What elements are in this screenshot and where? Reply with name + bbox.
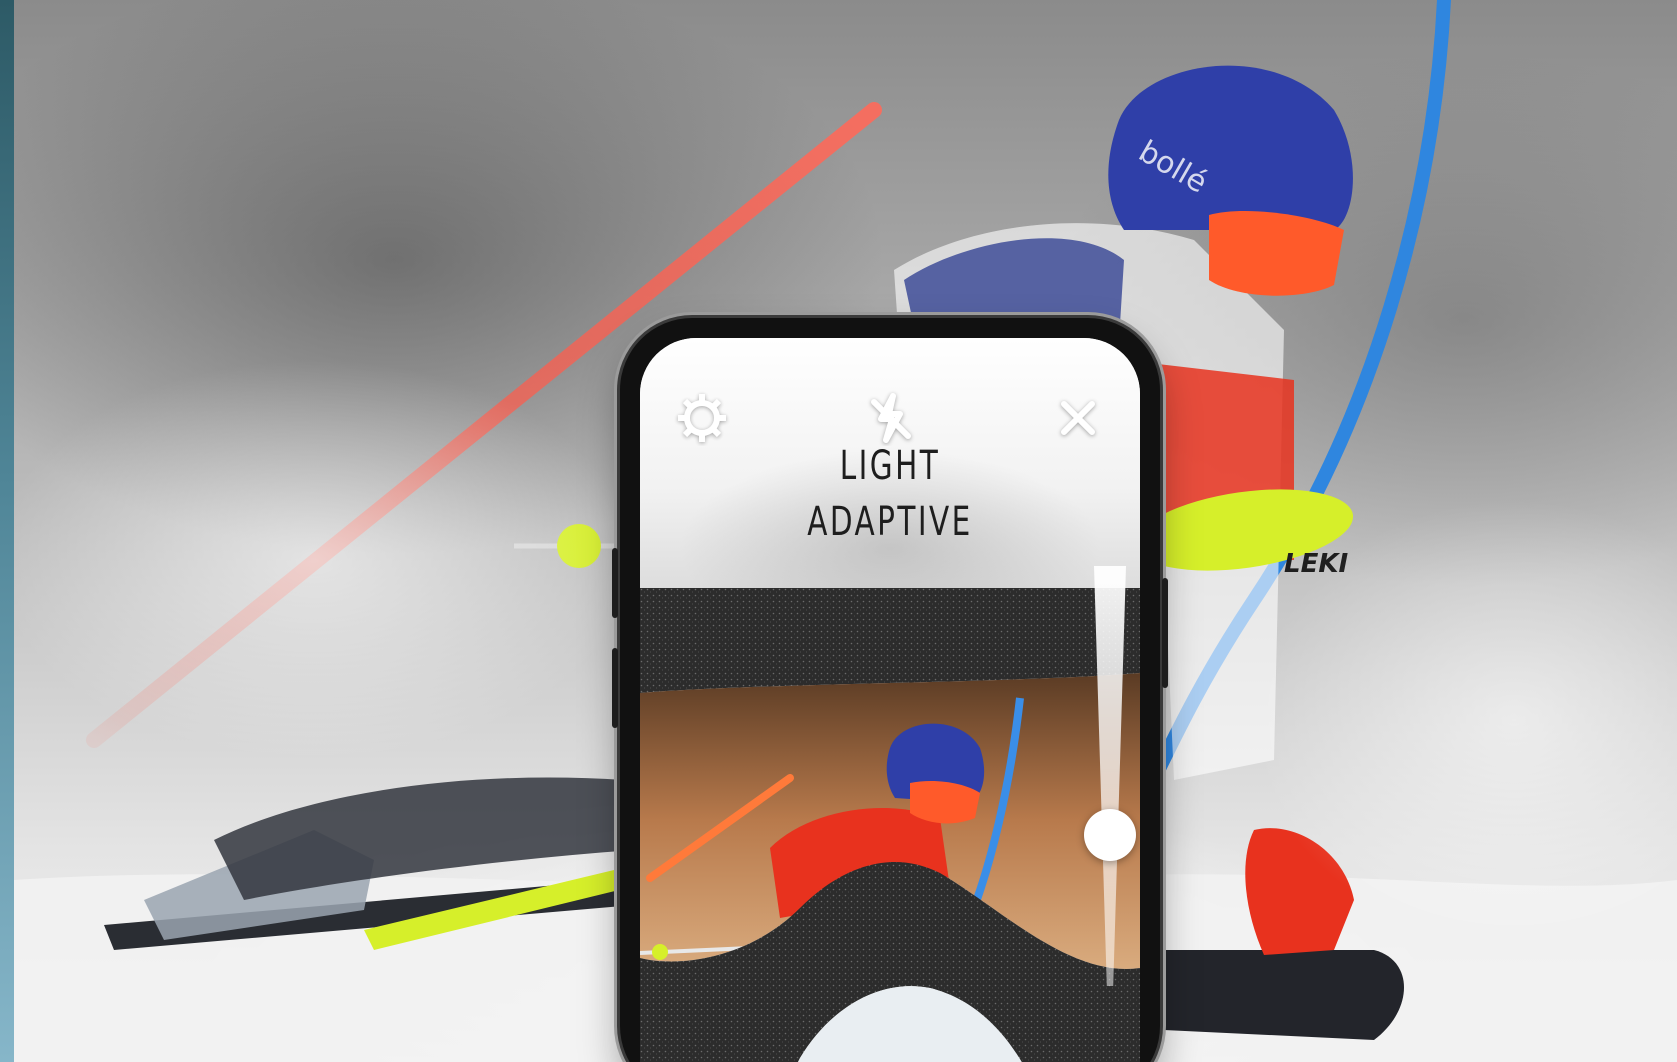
mode-title-line1: LIGHT [839,443,941,489]
left-edge-strip [0,0,14,1062]
app-screen: LIGHT ADAPTIVE [640,338,1140,1062]
mode-title-line2: ADAPTIVE [807,499,973,545]
phone-power-button [1162,578,1168,688]
ski-right [1154,950,1404,1040]
tint-slider-track[interactable] [1094,566,1126,986]
tint-slider-thumb[interactable] [1084,808,1136,861]
phone-mockup: LIGHT ADAPTIVE [612,318,1168,1062]
goggle-strap-top [640,588,1140,693]
tint-slider[interactable] [1080,566,1140,986]
goggle-lens [1209,210,1344,296]
lens-pole-basket [652,944,668,960]
mode-title: LIGHT ADAPTIVE [685,438,1095,550]
ad-canvas: bollé LEKI LIGHT ADAPTIVE [0,0,1677,1062]
phone-volume-button [612,648,618,728]
phone-action-button [612,548,618,618]
goggle-frame-view [640,588,1140,1062]
